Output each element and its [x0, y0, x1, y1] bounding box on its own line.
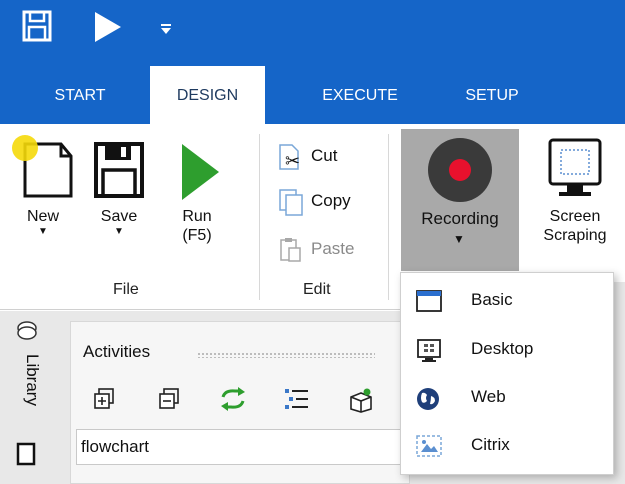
package-icon[interactable]	[347, 387, 375, 418]
save-button[interactable]: Save ▼	[88, 132, 150, 238]
desktop-icon	[415, 338, 443, 369]
library-tab-label: Library	[23, 354, 42, 406]
window-icon	[415, 289, 443, 318]
sidebar-tab-library[interactable]: Library	[16, 354, 42, 434]
svg-text:✂: ✂	[285, 151, 300, 171]
collapse-all-icon[interactable]	[158, 387, 182, 416]
menu-item-basic[interactable]: Basic	[401, 281, 613, 323]
tab-execute[interactable]: EXECUTE	[300, 66, 420, 125]
chevron-down-icon: ▼	[38, 226, 48, 237]
activities-title: Activities	[83, 342, 151, 361]
tab-start[interactable]: START	[30, 66, 130, 125]
chevron-down-icon: ▼	[114, 226, 124, 237]
monitor-icon	[548, 138, 602, 196]
customize-toolbar-icon[interactable]	[160, 22, 172, 40]
copy-icon	[278, 188, 304, 226]
new-document-icon	[12, 135, 73, 198]
menu-item-citrix[interactable]: Citrix	[401, 426, 613, 468]
cut-button[interactable]: ✂ Cut	[276, 141, 338, 172]
recording-menu: Basic Desktop Web Citrix	[400, 272, 614, 475]
title-bar	[0, 0, 625, 66]
file-group-label: File	[113, 281, 139, 298]
play-icon	[182, 144, 219, 200]
screen-scraping-line1: Screen	[549, 208, 601, 225]
screen-scraping-button[interactable]: Screen Scraping	[528, 136, 622, 245]
menu-item-label: Web	[471, 387, 506, 406]
floppy-disk-icon	[94, 142, 144, 198]
panel-drag-handle[interactable]	[197, 352, 375, 358]
paste-label: Paste	[311, 239, 355, 258]
new-label: New	[26, 208, 59, 225]
tab-design[interactable]: DESIGN	[150, 66, 265, 128]
record-icon	[428, 138, 492, 202]
recording-button[interactable]: Recording ▼	[401, 129, 519, 271]
activities-panel: Activities flowchart	[70, 321, 410, 484]
screen-scraping-line2: Scraping	[543, 227, 607, 244]
paste-button[interactable]: Paste	[276, 234, 354, 264]
library-icon	[17, 321, 37, 340]
list-view-icon[interactable]	[284, 387, 310, 416]
cut-label: Cut	[311, 146, 338, 165]
save-label: Save	[100, 208, 138, 225]
save-icon[interactable]	[22, 10, 52, 47]
run-label: Run	[182, 208, 212, 225]
recording-label: Recording	[421, 209, 499, 228]
refresh-icon[interactable]	[219, 387, 247, 416]
menu-item-label: Basic	[471, 290, 513, 309]
copy-label: Copy	[311, 191, 351, 210]
expand-all-icon[interactable]	[93, 387, 117, 416]
run-button[interactable]: Run (F5)	[168, 132, 226, 245]
ribbon-tabs: START DESIGN EXECUTE SETUP	[0, 66, 625, 128]
tab-setup[interactable]: SETUP	[442, 66, 542, 125]
menu-item-label: Citrix	[471, 435, 510, 454]
paste-icon	[278, 236, 304, 274]
copy-button[interactable]: Copy	[276, 186, 351, 216]
run-icon[interactable]	[92, 10, 122, 49]
edit-group-label: Edit	[303, 281, 331, 298]
divider	[259, 134, 260, 300]
globe-icon	[415, 386, 441, 417]
sidebar: Library	[16, 320, 46, 466]
menu-item-label: Desktop	[471, 339, 534, 358]
new-button[interactable]: New ▼	[8, 132, 78, 238]
citrix-image-icon	[415, 434, 443, 463]
menu-item-web[interactable]: Web	[401, 378, 613, 420]
menu-item-desktop[interactable]: Desktop	[401, 330, 613, 372]
chevron-down-icon: ▼	[453, 232, 465, 246]
activities-search-input[interactable]: flowchart	[76, 429, 406, 465]
divider	[388, 134, 389, 300]
run-shortcut: (F5)	[182, 227, 212, 244]
scissors-icon: ✂	[278, 143, 304, 181]
document-icon	[16, 442, 36, 466]
